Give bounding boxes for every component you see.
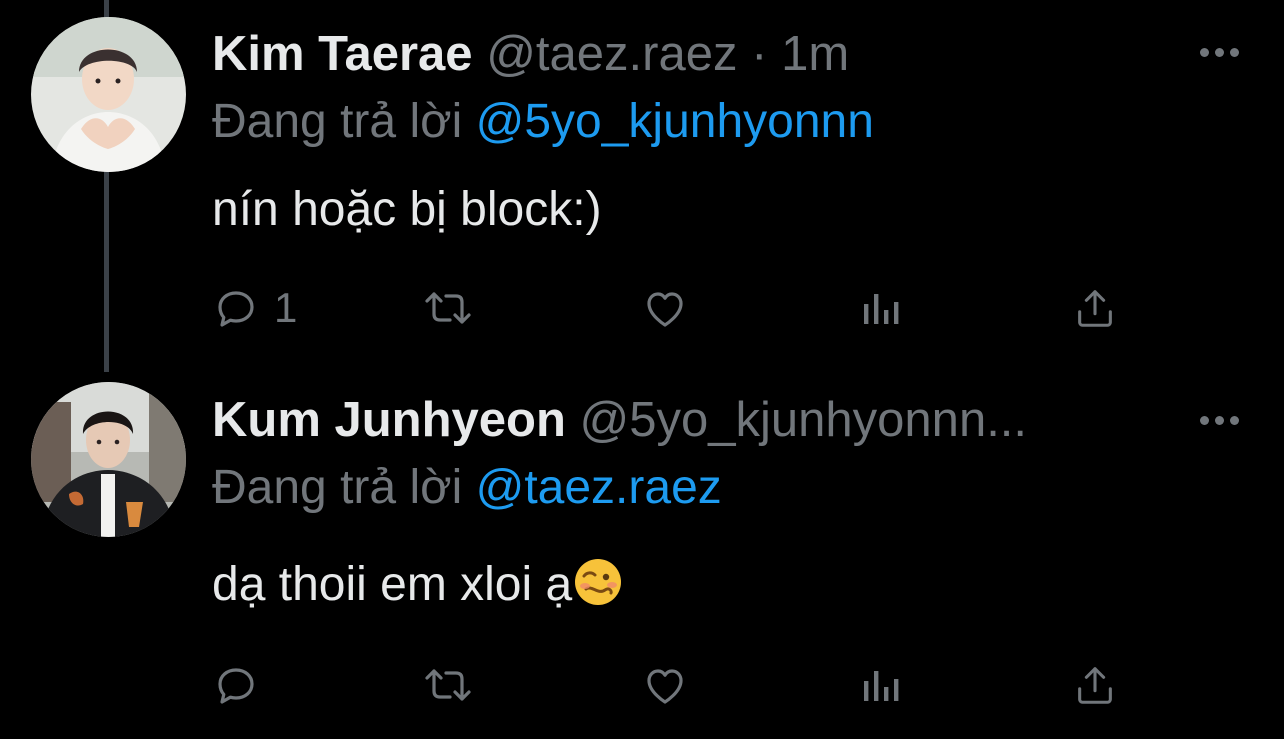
retweet-icon [425, 292, 471, 324]
more-options-icon[interactable] [1200, 42, 1240, 62]
replying-label: Đang trả lời [212, 95, 463, 148]
replying-mention-link[interactable]: @taez.raez [476, 461, 722, 514]
dot [1230, 48, 1239, 57]
tweet-header: Kim Taerae @taez.raez · 1m [212, 24, 849, 84]
dot [1230, 416, 1239, 425]
share-icon [1078, 667, 1112, 704]
tweet-text: nín hoặc bị block:) [212, 183, 602, 236]
author-handle[interactable]: @5yo_kjunhyonnn... [580, 393, 1027, 447]
dot [1200, 416, 1209, 425]
views-icon [864, 294, 899, 324]
reply-button[interactable]: 1 [212, 278, 297, 338]
avatar-kum-junhyeon-image [31, 382, 186, 537]
tweet-header: Kum Junhyeon @5yo_kjunhyonnn... [212, 390, 1027, 450]
reply-count: 1 [274, 284, 298, 331]
dot [1200, 48, 1209, 57]
tweet[interactable]: Kim Taerae @taez.raez · 1m Đang trả lời … [0, 0, 1284, 372]
share-button[interactable] [1072, 655, 1118, 715]
tweet-actions [212, 655, 1132, 715]
timeline: Kim Taerae @taez.raez · 1m Đang trả lời … [0, 0, 1284, 739]
views-button[interactable] [858, 278, 902, 338]
reply-icon [218, 291, 254, 327]
retweet-button[interactable] [422, 278, 474, 338]
separator-dot: · [751, 27, 768, 81]
like-button[interactable] [640, 278, 690, 338]
like-button[interactable] [640, 655, 690, 715]
avatar[interactable] [31, 382, 186, 537]
replying-mention-link[interactable]: @5yo_kjunhyonnn [476, 95, 874, 148]
like-icon [647, 669, 683, 704]
replying-to: Đang trả lời @taez.raez [212, 459, 722, 517]
tweet-time[interactable]: 1m [781, 27, 849, 81]
views-icon [864, 671, 899, 701]
replying-label: Đang trả lời [212, 461, 463, 514]
retweet-button[interactable] [422, 655, 474, 715]
tweet-actions: 1 [212, 278, 1132, 338]
share-button[interactable] [1072, 278, 1118, 338]
reply-icon [218, 668, 254, 704]
tweet-text-content: dạ thoii em xloi ạ [212, 558, 573, 611]
author-name[interactable]: Kim Taerae [212, 27, 473, 81]
woozy-face-icon [575, 559, 622, 605]
reply-button[interactable] [212, 655, 260, 715]
avatar[interactable] [31, 17, 186, 172]
author-name[interactable]: Kum Junhyeon [212, 393, 566, 447]
author-handle[interactable]: @taez.raez [486, 27, 737, 81]
avatar-kim-taerae-image [31, 17, 186, 172]
dot [1215, 416, 1224, 425]
like-icon [647, 292, 683, 327]
replying-to: Đang trả lời @5yo_kjunhyonnn [212, 93, 874, 151]
more-options-icon[interactable] [1200, 410, 1240, 430]
tweet-text: dạ thoii em xloi ạ [212, 555, 624, 615]
share-icon [1078, 290, 1112, 327]
views-button[interactable] [858, 655, 902, 715]
dot [1215, 48, 1224, 57]
retweet-icon [425, 669, 471, 701]
